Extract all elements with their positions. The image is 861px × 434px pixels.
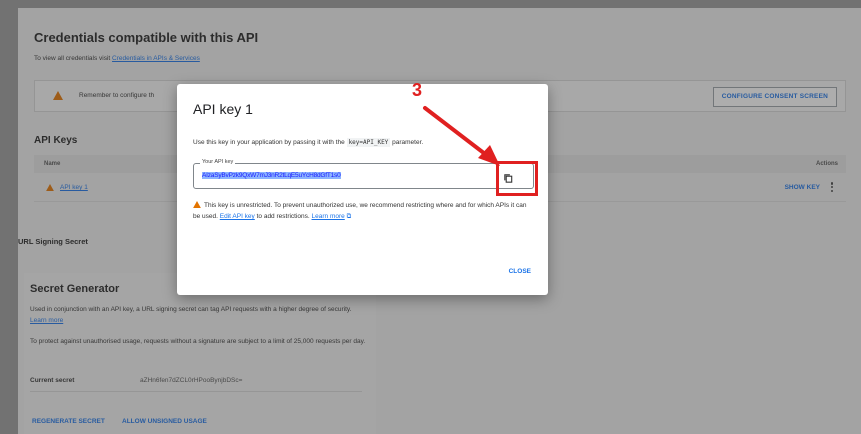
dialog-description: Use this key in your application by pass…: [193, 138, 424, 147]
dialog-title: API key 1: [193, 101, 253, 117]
step-number-annotation: 3: [412, 80, 423, 100]
api-key-dialog: API key 1 Use this key in your applicati…: [177, 84, 548, 295]
highlight-box: [496, 161, 538, 196]
api-key-field[interactable]: Your API key AIzaSyBvPzk9QxW7mJ3nR2tLqE5…: [193, 159, 534, 189]
edit-api-key-link[interactable]: Edit API key: [220, 213, 255, 220]
external-link-icon: ⧉: [344, 213, 352, 220]
param-code: key=API_KEY: [346, 138, 391, 147]
learn-more-link[interactable]: Learn more: [312, 213, 345, 220]
warning-icon: [193, 201, 201, 208]
close-button[interactable]: CLOSE: [509, 268, 531, 275]
api-key-field-label: Your API key: [200, 159, 236, 165]
unrestricted-warning: This key is unrestricted. To prevent una…: [193, 201, 527, 220]
api-key-value[interactable]: AIzaSyBvPzk9QxW7mJ3nR2tLqE5uYcH8dGfT1s0: [202, 172, 341, 179]
